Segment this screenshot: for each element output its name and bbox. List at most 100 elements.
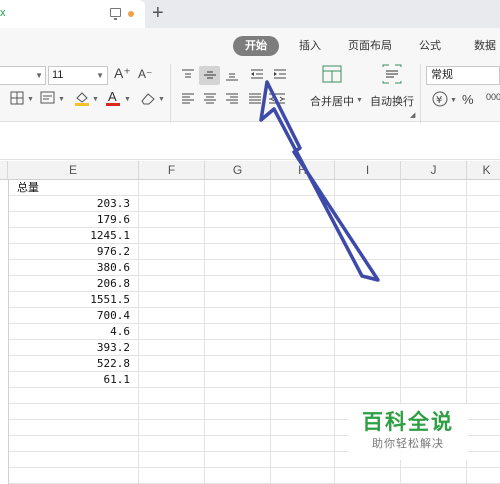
cell[interactable] <box>205 324 271 340</box>
monitor-icon[interactable] <box>110 8 121 20</box>
cell[interactable] <box>271 404 335 420</box>
cell[interactable] <box>139 228 205 244</box>
currency-icon[interactable]: ¥ <box>432 91 448 107</box>
cell[interactable] <box>139 260 205 276</box>
cell[interactable] <box>139 372 205 388</box>
cell[interactable] <box>401 388 467 404</box>
cell[interactable] <box>401 180 467 196</box>
value-cell[interactable]: 4.6 <box>8 324 139 340</box>
cell[interactable] <box>139 212 205 228</box>
cell[interactable] <box>401 292 467 308</box>
value-cell[interactable]: 1551.5 <box>8 292 139 308</box>
cell[interactable] <box>205 228 271 244</box>
align-right-icon[interactable] <box>225 92 239 106</box>
column-header-e[interactable]: E <box>8 161 139 180</box>
cell[interactable] <box>205 308 271 324</box>
cell[interactable] <box>467 372 500 388</box>
wrap-text-button[interactable]: 自动换行 <box>370 93 414 109</box>
value-cell[interactable]: 179.6 <box>8 212 139 228</box>
cell[interactable] <box>271 244 335 260</box>
cell[interactable] <box>139 468 205 484</box>
cell[interactable] <box>335 212 401 228</box>
decrease-font-button[interactable]: A⁻ <box>138 67 152 81</box>
cell[interactable] <box>139 388 205 404</box>
value-cell[interactable]: 700.4 <box>8 308 139 324</box>
cell[interactable] <box>401 228 467 244</box>
cell[interactable] <box>467 356 500 372</box>
cell[interactable] <box>205 292 271 308</box>
cell[interactable] <box>139 308 205 324</box>
cell[interactable] <box>335 196 401 212</box>
cell[interactable] <box>467 388 500 404</box>
cell[interactable] <box>8 404 139 420</box>
new-tab-button[interactable]: + <box>152 2 164 24</box>
cell[interactable] <box>467 436 500 452</box>
justify-icon[interactable] <box>248 92 262 106</box>
column-header-f[interactable]: F <box>139 161 205 180</box>
cell[interactable] <box>467 324 500 340</box>
chevron-down-icon[interactable]: ▼ <box>158 96 165 103</box>
cell[interactable] <box>467 180 500 196</box>
column-header-g[interactable]: G <box>205 161 271 180</box>
cell[interactable] <box>467 420 500 436</box>
align-top-icon[interactable] <box>181 68 195 82</box>
cell[interactable] <box>335 340 401 356</box>
font-color-icon[interactable]: A <box>106 89 120 106</box>
document-tab[interactable]: x <box>0 0 145 28</box>
cell[interactable] <box>467 452 500 468</box>
cell[interactable] <box>271 212 335 228</box>
cell[interactable] <box>139 276 205 292</box>
cell[interactable] <box>401 468 467 484</box>
cell[interactable] <box>401 260 467 276</box>
cell[interactable] <box>467 340 500 356</box>
cell[interactable] <box>271 228 335 244</box>
column-header-i[interactable]: I <box>335 161 401 180</box>
cell[interactable] <box>467 260 500 276</box>
cell[interactable] <box>271 340 335 356</box>
merge-center-icon[interactable] <box>322 64 342 84</box>
cell[interactable] <box>139 244 205 260</box>
eraser-icon[interactable] <box>140 91 156 105</box>
cell[interactable] <box>271 356 335 372</box>
value-cell[interactable]: 61.1 <box>8 372 139 388</box>
cell[interactable] <box>467 276 500 292</box>
cell[interactable] <box>8 468 139 484</box>
cell[interactable] <box>205 468 271 484</box>
cell[interactable] <box>335 468 401 484</box>
chevron-down-icon[interactable]: ▼ <box>92 96 99 103</box>
cell[interactable] <box>139 292 205 308</box>
cell[interactable] <box>467 228 500 244</box>
header-cell[interactable]: 总量 <box>8 180 139 196</box>
tab-page-layout[interactable]: 页面布局 <box>348 36 392 56</box>
cell[interactable] <box>205 260 271 276</box>
cell[interactable] <box>335 324 401 340</box>
font-name-select[interactable]: ▼ <box>0 66 46 85</box>
cell[interactable] <box>401 324 467 340</box>
cell[interactable] <box>335 244 401 260</box>
cell[interactable] <box>467 468 500 484</box>
cell[interactable] <box>401 356 467 372</box>
cell[interactable] <box>205 372 271 388</box>
cell[interactable] <box>467 292 500 308</box>
cell[interactable] <box>467 212 500 228</box>
value-cell[interactable]: 393.2 <box>8 340 139 356</box>
cell[interactable] <box>271 468 335 484</box>
cell[interactable] <box>205 340 271 356</box>
cell[interactable] <box>271 452 335 468</box>
value-cell[interactable]: 1245.1 <box>8 228 139 244</box>
font-size-select[interactable]: 11 ▼ <box>48 66 108 85</box>
cell[interactable] <box>401 340 467 356</box>
value-cell[interactable]: 522.8 <box>8 356 139 372</box>
distributed-align-icon[interactable] <box>268 92 286 106</box>
cell[interactable] <box>139 340 205 356</box>
chevron-down-icon[interactable]: ▼ <box>356 97 363 104</box>
cell[interactable] <box>271 180 335 196</box>
value-cell[interactable]: 206.8 <box>8 276 139 292</box>
cell[interactable] <box>8 388 139 404</box>
column-header-h[interactable]: H <box>271 161 335 180</box>
borders-icon[interactable] <box>10 91 24 105</box>
cell[interactable] <box>401 276 467 292</box>
number-format-select[interactable]: 常规 <box>426 66 500 85</box>
cell[interactable] <box>205 244 271 260</box>
cell[interactable] <box>139 404 205 420</box>
